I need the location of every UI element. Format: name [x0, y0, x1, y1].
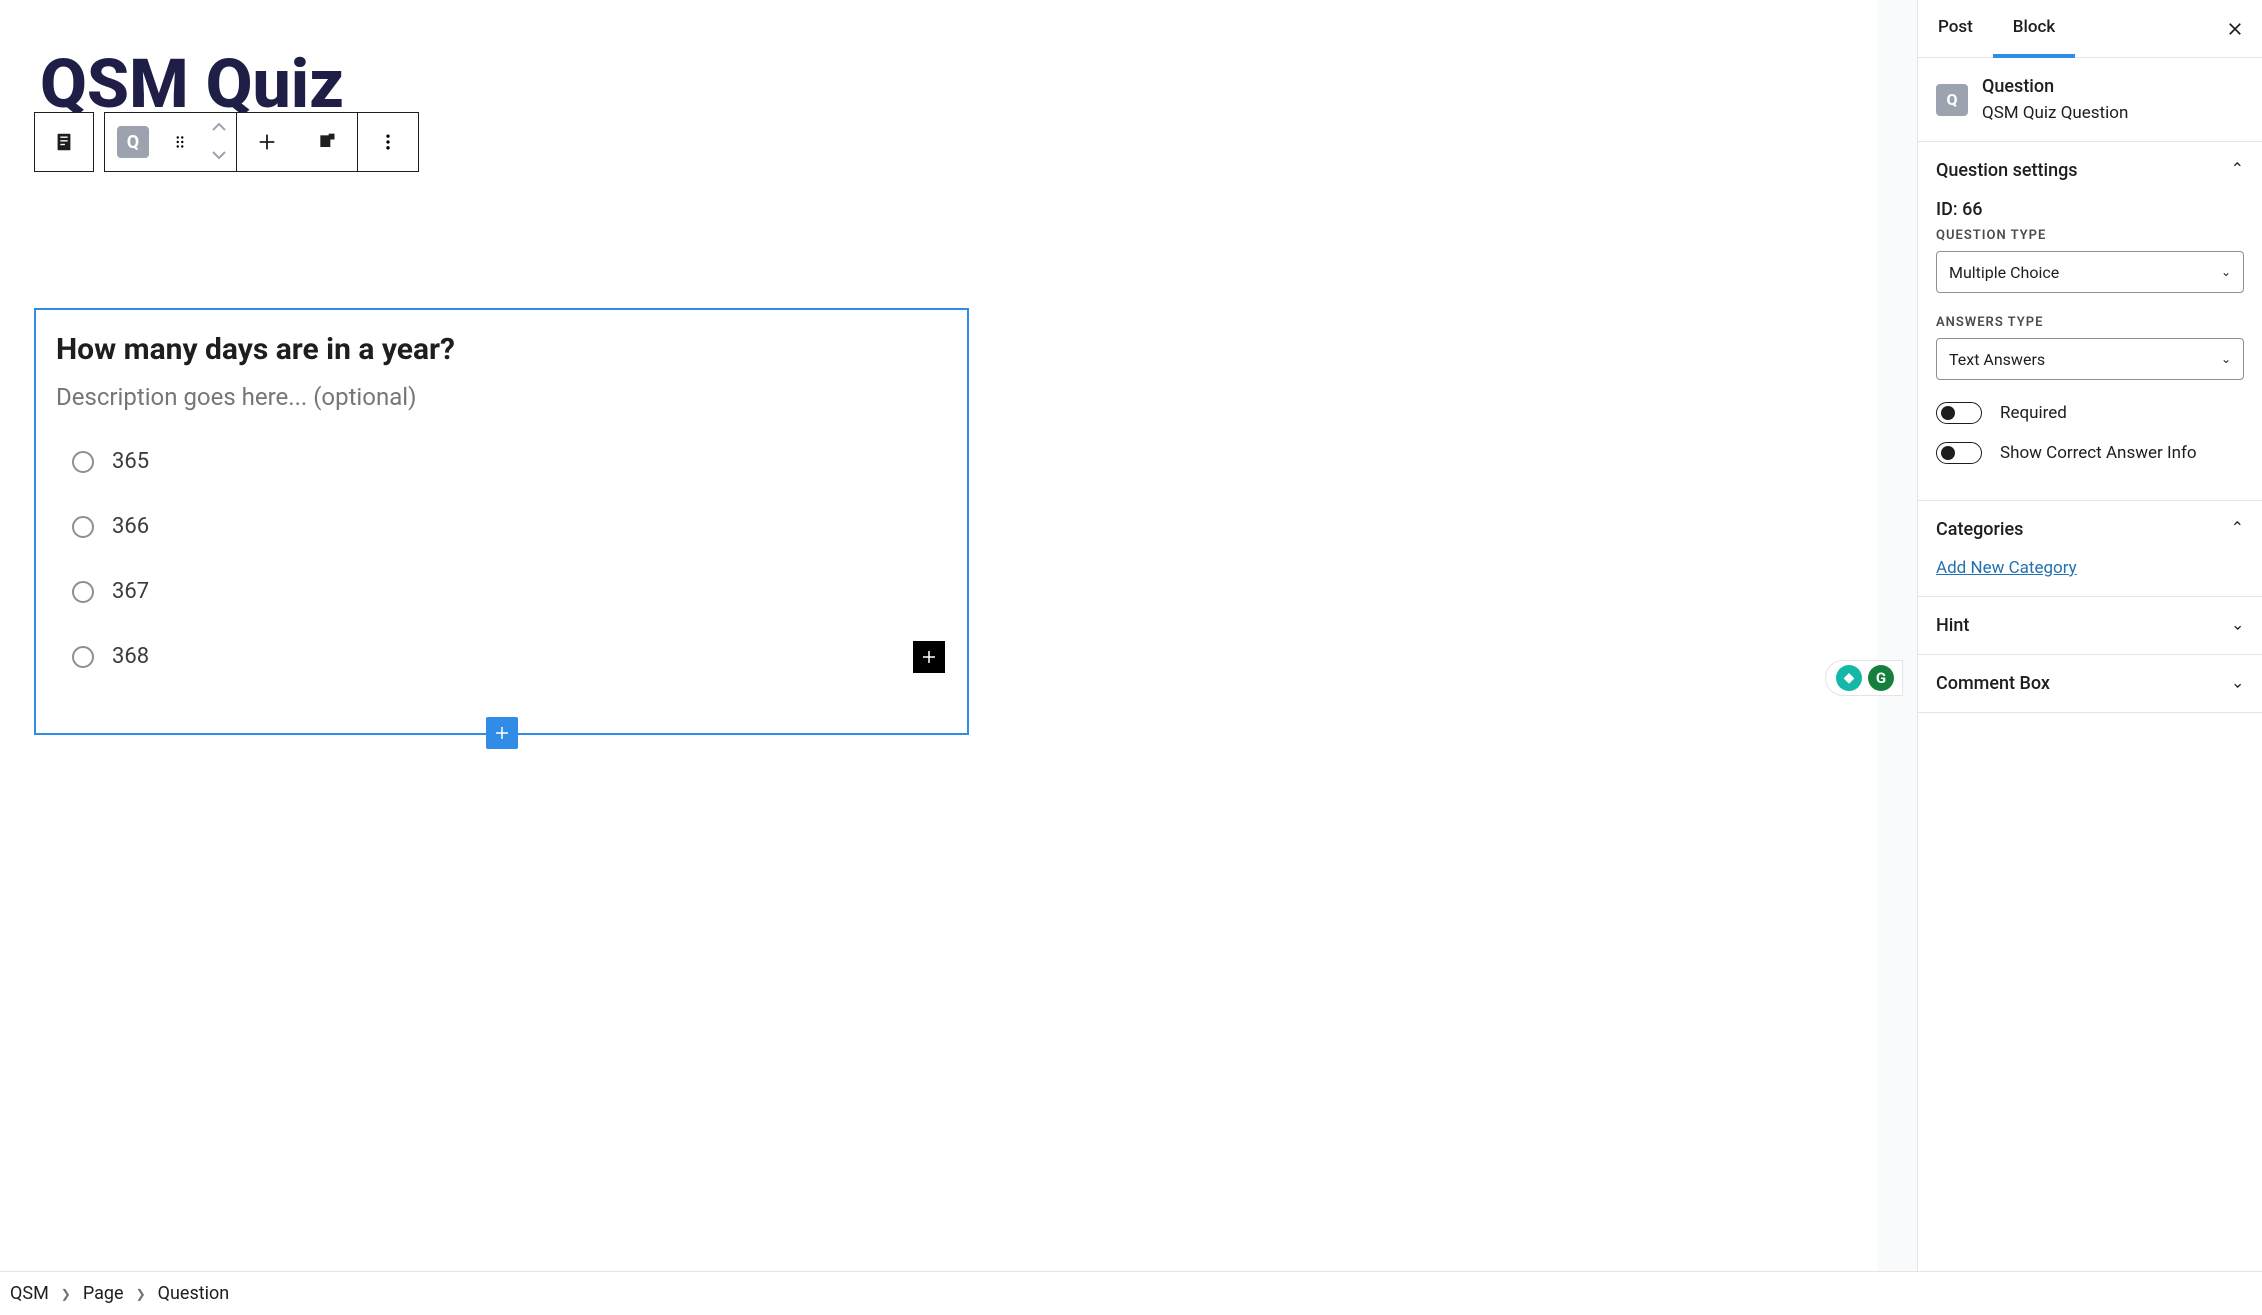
move-buttons: [202, 113, 236, 171]
answer-radio[interactable]: [72, 646, 94, 668]
block-header: Q Question QSM Quiz Question: [1918, 58, 2262, 141]
chevron-right-icon: ❯: [136, 1287, 146, 1301]
drag-handle[interactable]: [157, 113, 202, 171]
question-type-select[interactable]: Multiple Choice ⌄: [1936, 251, 2244, 293]
chevron-up-icon: ⌃: [2231, 518, 2244, 537]
add-block-button[interactable]: [237, 113, 297, 171]
required-toggle[interactable]: [1936, 402, 1982, 424]
chevron-up-icon: ⌃: [2231, 159, 2244, 178]
move-down-button[interactable]: [202, 141, 236, 169]
panel-toggle-categories[interactable]: Categories ⌃: [1936, 519, 2244, 540]
answer-option[interactable]: 365: [56, 429, 947, 494]
page-title: QSM Quiz: [0, 0, 1877, 118]
tab-post[interactable]: Post: [1918, 1, 1993, 58]
answers-type-label: ANSWERS TYPE: [1936, 315, 2244, 330]
block-toolbar: Q: [34, 112, 419, 172]
panel-toggle-comment-box[interactable]: Comment Box ⌃: [1936, 673, 2244, 694]
panel-question-settings: Question settings ⌃ ID: 66 QUESTION TYPE…: [1918, 141, 2262, 500]
panel-title: Comment Box: [1936, 673, 2050, 694]
grammarly-badges[interactable]: ◆ G: [1825, 660, 1903, 696]
show-correct-toggle[interactable]: [1936, 442, 1982, 464]
panel-title: Hint: [1936, 615, 1969, 636]
answers-type-select[interactable]: Text Answers ⌄: [1936, 338, 2244, 380]
chevron-down-icon: ⌄: [2221, 265, 2231, 279]
settings-sidebar: Post Block Q Question QSM Quiz Question …: [1917, 0, 2262, 1271]
answer-radio[interactable]: [72, 516, 94, 538]
chevron-up-icon: [212, 122, 226, 132]
panel-title: Question settings: [1936, 160, 2078, 181]
answers-list: 365 366 367 368: [56, 429, 947, 689]
panel-title: Categories: [1936, 519, 2023, 540]
tab-block[interactable]: Block: [1993, 1, 2075, 58]
panel-categories: Categories ⌃ Add New Category: [1918, 500, 2262, 596]
page-icon: [53, 131, 75, 153]
block-description: QSM Quiz Question: [1982, 103, 2128, 123]
more-vertical-icon: [378, 132, 398, 152]
question-description-input[interactable]: Description goes here... (optional): [56, 371, 947, 429]
panel-hint: Hint ⌃: [1918, 596, 2262, 654]
question-block[interactable]: How many days are in a year? Description…: [34, 308, 969, 735]
answer-option[interactable]: 368: [56, 624, 947, 689]
answer-option[interactable]: 367: [56, 559, 947, 624]
plus-icon: [256, 131, 278, 153]
answer-text: 367: [112, 579, 149, 604]
plus-icon: [920, 648, 938, 666]
insert-block-after-button[interactable]: [486, 717, 518, 749]
answer-text: 366: [112, 514, 149, 539]
block-nav-group: Q: [104, 112, 237, 172]
question-type-label: QUESTION TYPE: [1936, 228, 2244, 243]
chevron-down-icon: [212, 150, 226, 160]
answer-radio[interactable]: [72, 451, 94, 473]
chevron-right-icon: ❯: [61, 1287, 71, 1301]
sidebar-tabs: Post Block: [1918, 0, 2262, 58]
drag-icon: [171, 133, 189, 151]
answer-option[interactable]: 366: [56, 494, 947, 559]
panel-toggle-hint[interactable]: Hint ⌃: [1936, 615, 2244, 636]
show-correct-label: Show Correct Answer Info: [2000, 443, 2197, 463]
answer-radio[interactable]: [72, 581, 94, 603]
question-title-input[interactable]: How many days are in a year?: [56, 328, 947, 371]
copy-icon: [317, 132, 337, 152]
select-value: Text Answers: [1949, 350, 2045, 369]
breadcrumb-item[interactable]: Page: [83, 1283, 124, 1304]
add-new-category-link[interactable]: Add New Category: [1936, 558, 2077, 578]
block-type-button[interactable]: Q: [105, 113, 157, 171]
chevron-down-icon: ⌄: [2221, 352, 2231, 366]
panel-toggle-question-settings[interactable]: Question settings ⌃: [1936, 160, 2244, 181]
grammarly-icon: G: [1868, 665, 1894, 691]
move-up-button[interactable]: [202, 113, 236, 141]
block-actions-group: [236, 112, 358, 172]
question-block-icon: Q: [117, 126, 149, 158]
document-outline-button[interactable]: [34, 112, 94, 172]
panel-comment-box: Comment Box ⌃: [1918, 654, 2262, 713]
breadcrumb-item[interactable]: Question: [158, 1283, 230, 1304]
chevron-down-icon: ⌃: [2231, 614, 2244, 633]
chevron-down-icon: ⌃: [2231, 672, 2244, 691]
select-value: Multiple Choice: [1949, 263, 2059, 282]
duplicate-block-button[interactable]: [297, 113, 357, 171]
question-block-icon: Q: [1936, 84, 1968, 116]
more-options-button[interactable]: [357, 112, 419, 172]
add-answer-button[interactable]: [913, 641, 945, 673]
badge-icon: ◆: [1836, 665, 1862, 691]
required-label: Required: [2000, 403, 2067, 423]
breadcrumb-item[interactable]: QSM: [10, 1283, 49, 1304]
block-name: Question: [1982, 76, 2128, 97]
close-sidebar-button[interactable]: [2214, 8, 2256, 50]
answer-text: 368: [112, 644, 149, 669]
answer-text: 365: [112, 449, 149, 474]
plus-icon: [493, 724, 511, 742]
breadcrumb: QSM ❯ Page ❯ Question: [0, 1271, 2262, 1315]
close-icon: [2226, 20, 2244, 38]
question-id: ID: 66: [1936, 199, 2244, 220]
